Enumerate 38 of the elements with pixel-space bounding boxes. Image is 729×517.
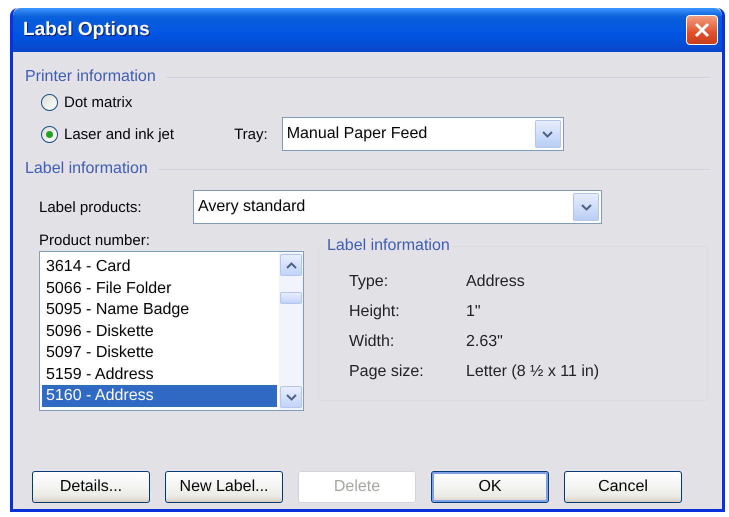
info-label: Height: [349,303,401,321]
dialog-button[interactable]: Cancel [564,471,682,503]
section-heading: Label information [25,160,148,178]
list-item[interactable]: 5095 - Name Badge [42,299,277,320]
info-value: Address [466,273,526,291]
close-icon [694,22,710,38]
tray-dropdown[interactable]: Manual Paper Feed [282,117,564,151]
list-item[interactable]: 3614 - Card [42,256,277,278]
scrollbar[interactable] [279,252,303,410]
radio-option[interactable]: Dot matrix [41,94,132,110]
window-title: Label Options [23,19,150,41]
close-button[interactable] [686,15,718,45]
section-heading: Printer information [25,68,156,86]
label-products-label: Label products: [39,198,143,216]
list-item[interactable]: 5159 - Address [42,364,277,385]
info-label: Page size: [349,363,425,381]
label-products-dropdown[interactable]: Avery standard [193,190,602,224]
radio-option[interactable]: Laser and ink jet [41,126,174,142]
info-value: 1" [466,303,482,321]
info-label: Width: [349,333,396,351]
info-value: Letter (8 ½ x 11 in) [466,363,600,381]
scroll-down-button[interactable] [280,386,302,408]
dialog-button[interactable]: Details... [32,471,150,503]
radio-button[interactable] [41,126,58,142]
tray-label: Tray: [234,126,268,142]
dialog-button[interactable]: OK [431,471,549,503]
scroll-up-button[interactable] [280,254,302,276]
scroll-thumb[interactable] [280,292,302,304]
product-number-label: Product number: [39,232,151,249]
list-item[interactable]: 5097 - Diskette [42,342,277,364]
info-label: Type: [349,273,390,291]
list-item[interactable]: 5096 - Diskette [42,320,277,342]
product-list[interactable]: 3614 - Card 5066 - File Folder 5095 - Name Badge 5096 - Diskette 5097 - Diskette 5159 - Address 5160 - Address [39,251,304,411]
list-item[interactable]: 5160 - Address [42,385,277,406]
info-value: 2.63" [466,333,504,351]
dialog-button[interactable]: New Label... [165,471,283,503]
list-item[interactable]: 5066 - File Folder [42,278,277,299]
radio-button[interactable] [41,94,58,110]
